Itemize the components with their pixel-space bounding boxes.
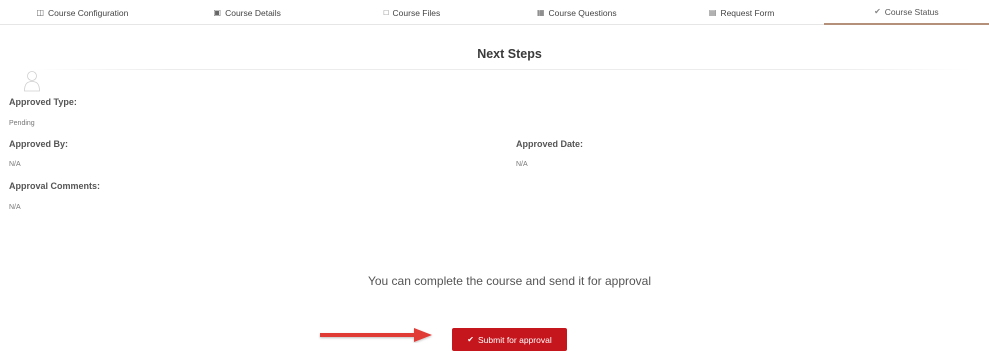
submit-label: Submit for approval [478,334,552,345]
file-add-icon: □ [383,7,389,17]
approved-type-value: Pending [9,120,35,127]
tab-bar: ◫ Course Configuration ▣ Course Details … [0,0,989,25]
section-divider [30,69,970,70]
tab-label: Course Configuration [48,7,129,18]
tab-course-questions[interactable]: ▦ Course Questions [494,0,659,25]
form-icon: ▤ [708,7,717,17]
approved-type-label: Approved Type: [9,97,77,107]
tab-label: Course Files [392,7,441,18]
check-icon: ✔ [874,6,881,16]
approval-comments-value: N/A [9,204,21,211]
tab-label: Course Status [884,6,939,17]
approved-by-value: N/A [9,161,21,168]
tab-course-status[interactable]: ✔ Course Status [823,0,989,25]
tab-course-configuration[interactable]: ◫ Course Configuration [0,0,165,25]
tab-label: Course Questions [548,7,617,18]
section-title: Next Steps [477,47,542,61]
submit-for-approval-button[interactable]: ✔ Submit for approval [452,328,567,351]
tab-request-form[interactable]: ▤ Request Form [659,0,824,25]
chat-icon: ▦ [536,7,545,17]
approval-comments-label: Approval Comments: [9,181,101,191]
user-avatar-icon [24,71,40,92]
tab-course-files[interactable]: □ Course Files [330,0,495,25]
approved-date-value: N/A [516,161,528,168]
tab-label: Request Form [720,7,775,18]
file-icon: ◫ [36,7,45,17]
arrow-right-icon [320,328,432,342]
tab-course-details[interactable]: ▣ Course Details [165,0,330,25]
id-card-icon: ▣ [213,7,222,17]
info-message: You can complete the course and send it … [367,274,652,288]
tab-label: Course Details [225,7,281,18]
approved-by-label: Approved By: [9,139,69,149]
approved-date-label: Approved Date: [516,139,584,149]
check-icon: ✔ [467,335,474,344]
